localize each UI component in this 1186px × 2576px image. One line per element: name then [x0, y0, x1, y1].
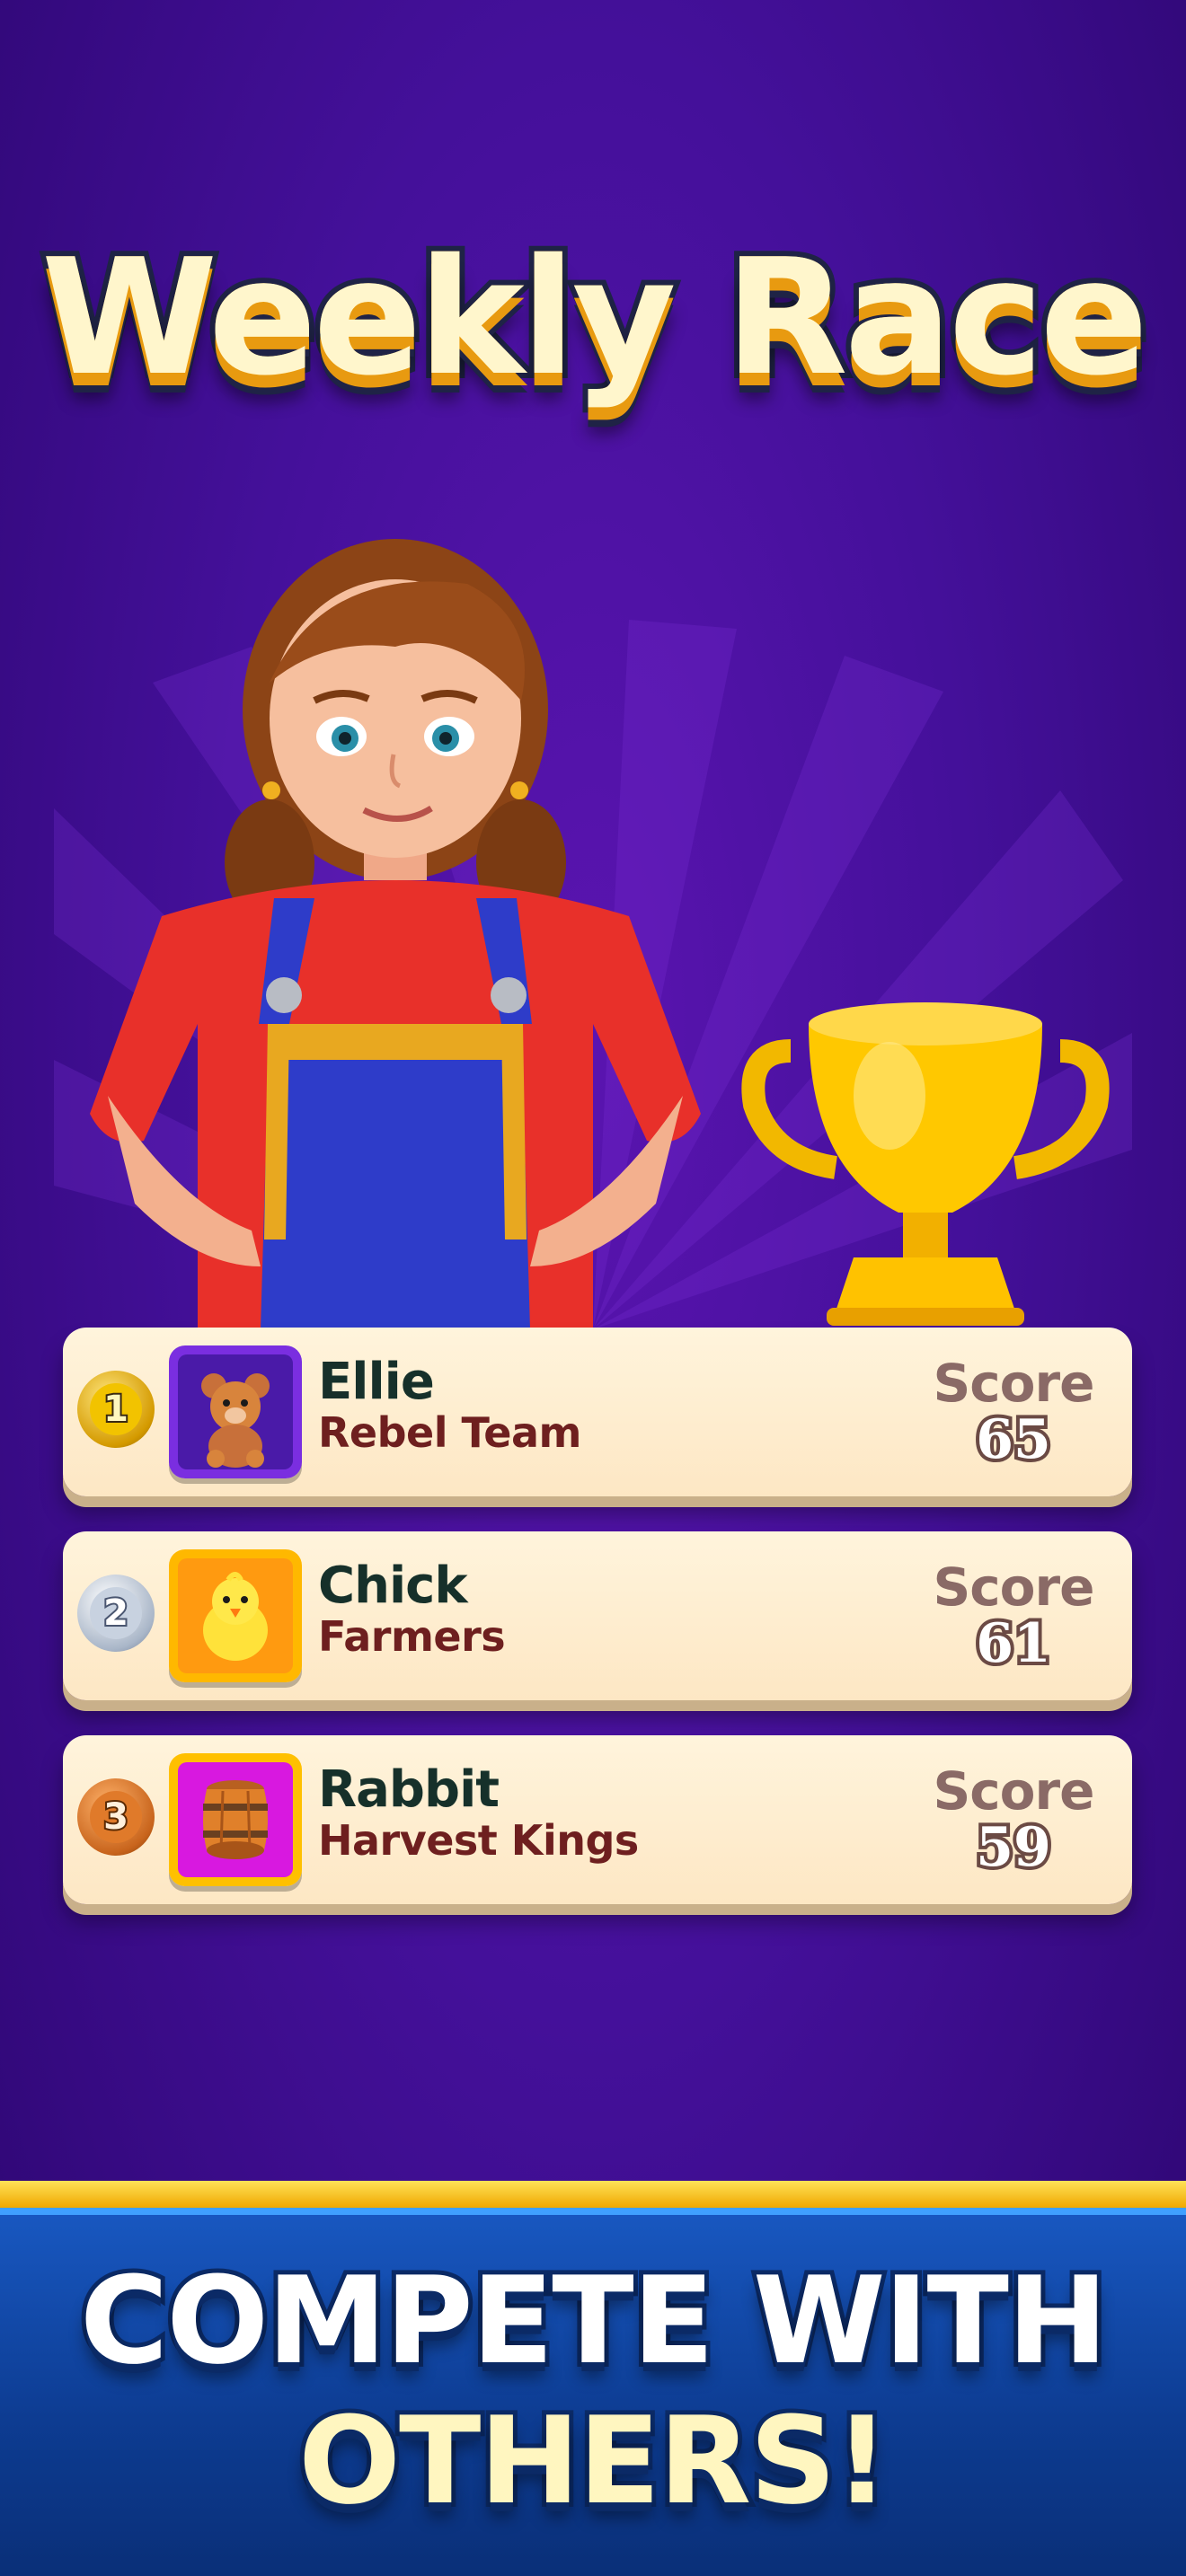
score-label: Score — [933, 1353, 1095, 1414]
rank-number: 1 — [90, 1383, 142, 1435]
banner-headline-line1: COMPETE WITH — [75, 2246, 1112, 2395]
player-name: Chick — [318, 1557, 468, 1615]
rank-number: 3 — [90, 1791, 142, 1843]
farmer-character-illustration — [90, 539, 701, 1329]
teddy-bear-icon — [169, 1345, 302, 1478]
bronze-medal-icon: 3 — [77, 1778, 155, 1856]
score-label: Score — [933, 1760, 1095, 1822]
trophy-icon — [741, 1002, 1110, 1326]
barrel-icon — [169, 1753, 302, 1886]
leaderboard-row[interactable]: 3 Rabbit Harvest Kings Score 59 — [63, 1735, 1132, 1904]
score-label: Score — [933, 1557, 1095, 1618]
silver-medal-icon: 2 — [77, 1575, 155, 1652]
banner-headline-line2: OTHERS! — [294, 2386, 894, 2536]
team-name: Farmers — [318, 1612, 506, 1661]
score-value: 61 — [972, 1609, 1055, 1679]
score-value: 65 — [972, 1405, 1055, 1475]
rank-number: 2 — [90, 1587, 142, 1639]
score-value: 59 — [972, 1813, 1055, 1883]
chick-icon — [169, 1549, 302, 1682]
leaderboard-row[interactable]: 1 Ellie Rebel Team Score 65 — [63, 1328, 1132, 1496]
leaderboard-row[interactable]: 2 Chick Farmers Score 61 — [63, 1531, 1132, 1700]
team-name: Rebel Team — [318, 1408, 581, 1457]
banner-blue-stripe — [0, 2208, 1186, 2215]
player-name: Rabbit — [318, 1760, 500, 1819]
page-title: Weekly Race — [36, 219, 1154, 416]
player-name: Ellie — [318, 1353, 435, 1411]
team-name: Harvest Kings — [318, 1816, 639, 1865]
gold-medal-icon: 1 — [77, 1371, 155, 1448]
banner-gold-stripe — [0, 2181, 1186, 2208]
